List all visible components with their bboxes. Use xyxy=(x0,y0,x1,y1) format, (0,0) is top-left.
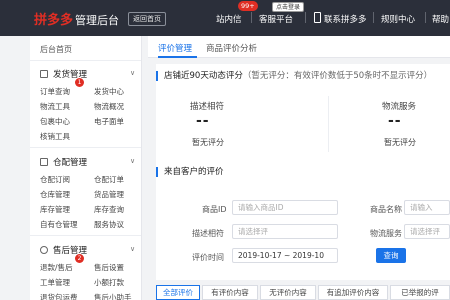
sidebar-item-inventory-query[interactable]: 库存查询 xyxy=(94,204,124,215)
rating-note: （暂无评分：有效评价数低于50条时不显示评分） xyxy=(242,71,433,81)
document-icon xyxy=(40,70,48,78)
metric-divider xyxy=(328,96,329,152)
sidebar-item-own-warehouse[interactable]: 自有仓管理 xyxy=(40,219,78,230)
goods-id-label: 商品ID xyxy=(202,205,227,214)
metric-status-description: 暂无评分 xyxy=(192,138,224,147)
customer-service-link[interactable]: 客服平台 xyxy=(259,13,293,25)
metric-value-description: -- xyxy=(196,113,210,129)
tab-review-management[interactable]: 评价管理 xyxy=(158,42,192,54)
description-rating-label: 描述相符 xyxy=(192,229,224,238)
sidebar-item-goods-management[interactable]: 货品管理 xyxy=(94,189,124,200)
tab-all-reviews[interactable]: 全部评价 xyxy=(156,285,200,300)
return-home-button[interactable]: 返回首页 xyxy=(128,12,166,26)
rating-title-text: 店铺近90天动态评分 xyxy=(164,71,243,81)
sidebar-divider xyxy=(30,60,141,61)
rules-center-link[interactable]: 规则中心 xyxy=(381,13,415,25)
sidebar-item-service-agreement[interactable]: 服务协议 xyxy=(94,219,124,230)
shield-check-icon xyxy=(40,246,48,254)
sidebar-item-warehouse-management[interactable]: 仓库管理 xyxy=(40,189,70,200)
sidebar-item-shipping-center[interactable]: 发货中心 xyxy=(94,86,124,97)
sidebar-item-warehouse-orders[interactable]: 仓配订单 xyxy=(94,174,124,185)
sidebar-group-label: 仓配管理 xyxy=(53,158,88,168)
sidebar-item-package-center[interactable]: 包裹中心 xyxy=(40,116,70,127)
nav-divider xyxy=(251,12,252,23)
description-rating-select[interactable]: 请选择评 xyxy=(232,224,338,239)
active-tab-indicator xyxy=(158,56,197,58)
sidebar-item-after-sales-assistant[interactable]: 售后小助手 xyxy=(94,292,132,300)
after-sales-badge: 2 xyxy=(75,254,84,263)
brand-suffix: 管理后台 xyxy=(75,14,120,27)
review-time-label: 评价时间 xyxy=(192,253,224,262)
phone-icon xyxy=(314,12,321,23)
sidebar-item-warehouse-subscribe[interactable]: 仓配订阅 xyxy=(40,174,70,185)
rating-panel-title: 店铺近90天动态评分（暂无评分：有效评价数低于50条时不显示评分） xyxy=(156,71,432,81)
sidebar-home-link[interactable]: 后台首页 xyxy=(40,44,72,55)
metric-value-logistics: -- xyxy=(388,113,402,129)
messages-badge: 99+ xyxy=(238,1,258,11)
review-date-range-input[interactable]: 2019-10-17 ~ 2019-10 xyxy=(232,248,338,263)
sidebar-item-inventory-management[interactable]: 库存管理 xyxy=(40,204,70,215)
chevron-down-icon[interactable]: ∨ xyxy=(130,245,135,253)
main-content: 评价管理 商品评价分析 店铺近90天动态评分（暂无评分：有效评价数低于50条时不… xyxy=(148,36,450,300)
sidebar-item-logistics-overview[interactable]: 物流概况 xyxy=(94,101,124,112)
rating-panel: 店铺近90天动态评分（暂无评分：有效评价数低于50条时不显示评分） 描述相符 -… xyxy=(156,64,450,188)
tab-with-content[interactable]: 有评价内容 xyxy=(202,285,258,300)
review-filter-tabs: 全部评价 有评价内容 无评价内容 有追加评价内容 已举报的评 xyxy=(156,285,450,300)
sidebar-item-return-shipping[interactable]: 退货包运费 xyxy=(40,292,78,300)
nav-divider xyxy=(425,12,426,23)
logistics-rating-select[interactable]: 请选择评 xyxy=(404,224,450,239)
sidebar-item-refunds[interactable]: 退款/售后 xyxy=(40,262,73,273)
brand-logo[interactable]: 拼多多 管理后台 xyxy=(34,9,119,28)
sidebar-group-warehouse[interactable]: 仓配管理 xyxy=(40,156,87,168)
metric-label-logistics: 物流服务 xyxy=(382,102,417,112)
contact-pdd-link[interactable]: 联系拼多多 xyxy=(324,13,367,25)
sidebar: 后台首页 发货管理 1 ∨ 订单查询 发货中心 物流工具 物流概况 包裹中心 电… xyxy=(30,36,142,300)
search-button[interactable]: 查询 xyxy=(376,248,406,263)
nav-divider xyxy=(305,12,306,23)
sidebar-item-e-waybill[interactable]: 电子面单 xyxy=(94,116,124,127)
help-link[interactable]: 帮助 xyxy=(432,13,449,25)
top-navigation-bar: 拼多多 管理后台 返回首页 站内信 99+ 点击登录 客服平台 联系拼多多 规则中… xyxy=(0,0,450,36)
tab-with-follow-up[interactable]: 有追加评价内容 xyxy=(318,285,388,300)
sidebar-item-after-sales-settings[interactable]: 售后设置 xyxy=(94,262,124,273)
goods-id-input[interactable]: 请输入商品ID xyxy=(232,200,338,215)
goods-name-input[interactable]: 请输入 xyxy=(404,200,450,215)
sidebar-divider xyxy=(30,235,141,236)
tab-reported[interactable]: 已举报的评 xyxy=(390,285,450,300)
metric-label-description: 描述相符 xyxy=(190,102,225,112)
chevron-down-icon[interactable]: ∨ xyxy=(130,69,135,77)
sidebar-item-verification-tool[interactable]: 核销工具 xyxy=(40,131,70,142)
sidebar-item-order-query[interactable]: 订单查询 xyxy=(40,86,70,97)
sidebar-item-logistics-tools[interactable]: 物流工具 xyxy=(40,101,70,112)
goods-name-label: 商品名称 xyxy=(370,205,402,214)
tab-without-content[interactable]: 无评价内容 xyxy=(260,285,316,300)
chevron-down-icon[interactable]: ∨ xyxy=(130,157,135,165)
reviews-panel-title: 来自客户的评价 xyxy=(156,167,224,177)
brand-name: 拼多多 xyxy=(34,13,74,28)
tab-product-review-analysis[interactable]: 商品评价分析 xyxy=(206,42,257,54)
messages-link[interactable]: 站内信 xyxy=(216,13,242,25)
nav-divider xyxy=(373,12,374,23)
reviews-filter-form: 商品ID 请输入商品ID 商品名称 请输入 描述相符 请选择评 物流服务 请选择… xyxy=(156,188,450,280)
sidebar-divider xyxy=(30,147,141,148)
logistics-rating-label: 物流服务 xyxy=(370,229,402,238)
sidebar-item-ticket-management[interactable]: 工单管理 xyxy=(40,277,70,288)
warehouse-icon xyxy=(40,158,48,166)
page-tabs: 评价管理 商品评价分析 xyxy=(148,36,450,58)
shipping-badge: 1 xyxy=(75,78,84,87)
sidebar-item-small-payment[interactable]: 小额打款 xyxy=(94,277,124,288)
metric-status-logistics: 暂无评分 xyxy=(384,138,416,147)
login-tooltip[interactable]: 点击登录 xyxy=(272,2,305,12)
